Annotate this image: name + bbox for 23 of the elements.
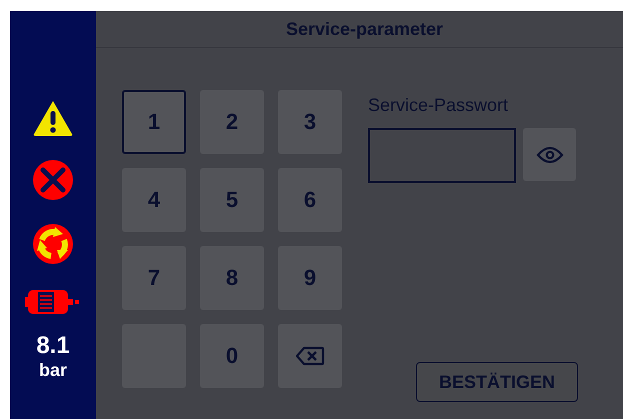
- digit-key[interactable]: 7: [122, 246, 186, 310]
- confirm-button[interactable]: BESTÄTIGEN: [416, 362, 578, 402]
- digit-key[interactable]: 3: [278, 90, 342, 154]
- pressure-value: 8.1: [36, 333, 70, 359]
- show-password-button[interactable]: [523, 128, 576, 181]
- warning-icon: [32, 99, 74, 137]
- screen-title: Service-parameter: [286, 18, 444, 40]
- digit-key[interactable]: 5: [200, 168, 264, 232]
- digit-key[interactable]: 4: [122, 168, 186, 232]
- password-label: Service-Passwort: [368, 95, 510, 116]
- eye-icon: [536, 146, 564, 164]
- pressure-unit: bar: [38, 359, 67, 381]
- digit-key[interactable]: 8: [200, 246, 264, 310]
- password-field[interactable]: [368, 128, 516, 183]
- cycle-icon: [32, 223, 74, 265]
- digit-key[interactable]: 1: [122, 90, 186, 154]
- digit-key[interactable]: 6: [278, 168, 342, 232]
- error-icon: [32, 159, 74, 201]
- digit-key[interactable]: 9: [278, 246, 342, 310]
- digit-key[interactable]: 2: [200, 90, 264, 154]
- backspace-icon: [295, 346, 325, 366]
- backspace-key[interactable]: [278, 324, 342, 388]
- digit-key[interactable]: 0: [200, 324, 264, 388]
